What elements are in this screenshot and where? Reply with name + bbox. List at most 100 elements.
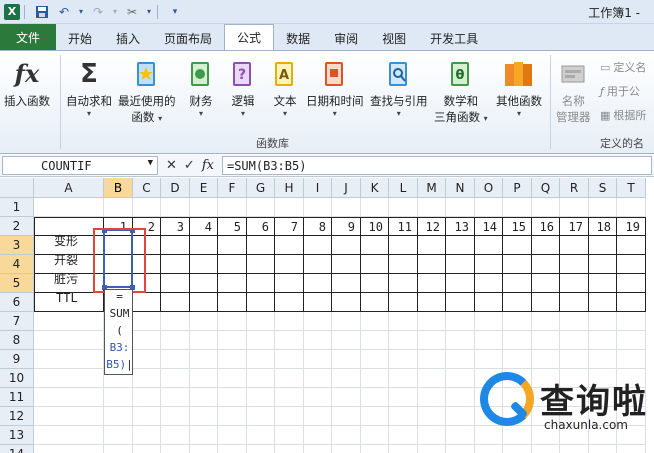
insert-function-button[interactable]: fx 插入函数 [4,57,50,109]
cell-b6-editor[interactable]: = SUM ( B3: B5)| [104,289,133,375]
cell-s2[interactable]: 18 [589,217,615,236]
datetime-button[interactable]: 日期和时间 ▾ [306,57,364,119]
cell-m2[interactable]: 12 [418,217,444,236]
cell-f2[interactable]: 5 [218,217,245,236]
more-functions-button[interactable]: 其他函数 ▾ [496,57,542,119]
tab-file[interactable]: 文件 [0,24,56,50]
use-in-formula-button[interactable]: ƒ 用于公 [600,83,640,99]
column-header-a[interactable]: A [34,178,104,198]
undo-icon[interactable]: ↶ [55,3,73,21]
tab-insert[interactable]: 插入 [104,26,152,50]
row-header-7[interactable]: 7 [0,312,34,331]
cell-e2[interactable]: 4 [190,217,216,236]
tab-formulas[interactable]: 公式 [224,24,275,50]
name-box[interactable]: COUNTIF ▼ [2,156,158,175]
column-header-i[interactable]: I [304,178,332,198]
column-header-c[interactable]: C [133,178,161,198]
column-header-n[interactable]: N [446,178,475,198]
row-header-9[interactable]: 9 [0,350,34,369]
autosum-button[interactable]: Σ 自动求和 ▾ [66,57,112,119]
editor-line-ref: B5)| [106,358,133,371]
grid-small-icon: ▦ [600,108,611,122]
cell-a5[interactable]: 脏污 [54,269,78,288]
cell-h2[interactable]: 7 [275,217,302,236]
excel-logo-icon[interactable]: X [4,3,20,20]
row-header-11[interactable]: 11 [0,388,34,407]
fx-icon: fx [14,59,40,88]
column-header-o[interactable]: O [475,178,503,198]
cell-p2[interactable]: 15 [503,217,530,236]
financial-button[interactable]: 财务 ▾ [186,57,216,119]
name-manager-label-1: 名称 [561,94,585,108]
tab-home[interactable]: 开始 [56,26,104,50]
column-header-f[interactable]: F [218,178,247,198]
cell-a6[interactable]: TTL [56,288,78,307]
row-header-4[interactable]: 4 [0,255,34,274]
column-header-g[interactable]: G [247,178,275,198]
select-all-corner[interactable] [0,178,34,198]
redo-dropdown-icon[interactable]: ▾ [111,3,119,21]
column-header-s[interactable]: S [589,178,617,198]
column-header-r[interactable]: R [560,178,589,198]
column-header-p[interactable]: P [503,178,532,198]
enter-icon[interactable]: ✓ [184,158,195,173]
column-header-j[interactable]: J [332,178,361,198]
column-header-d[interactable]: D [161,178,190,198]
cell-a4[interactable]: 开裂 [54,250,78,269]
column-header-t[interactable]: T [617,178,646,198]
cell-t2[interactable]: 19 [617,217,644,236]
tab-data[interactable]: 数据 [274,26,322,50]
tab-view[interactable]: 视图 [370,26,418,50]
tools-dropdown-icon[interactable]: ▾ [145,3,153,21]
cell-a3[interactable]: 变形 [54,231,78,250]
row-header-13[interactable]: 13 [0,426,34,445]
quick-access-toolbar: X ↶ ▾ ↷ ▾ ✂ ▾ ▾ 工作簿1 - [0,0,654,24]
column-header-e[interactable]: E [190,178,218,198]
cell-q2[interactable]: 16 [532,217,558,236]
customize-qat-icon[interactable]: ▾ [166,3,184,21]
cell-o2[interactable]: 14 [475,217,501,236]
column-header-m[interactable]: M [418,178,446,198]
chevron-down-icon[interactable]: ▼ [148,158,153,168]
formula-input[interactable]: =SUM(B3:B5) [221,156,652,175]
undo-dropdown-icon[interactable]: ▾ [77,3,85,21]
cell-g2[interactable]: 6 [247,217,273,236]
tab-page-layout[interactable]: 页面布局 [152,26,224,50]
cancel-icon[interactable]: ✕ [166,158,177,173]
cell-k2[interactable]: 10 [361,217,387,236]
row-header-3[interactable]: 3 [0,236,34,255]
cell-i2[interactable]: 8 [304,217,330,236]
row-header-1[interactable]: 1 [0,198,34,217]
row-header-6[interactable]: 6 [0,293,34,312]
cell-l2[interactable]: 11 [389,217,416,236]
column-header-l[interactable]: L [389,178,418,198]
cell-j2[interactable]: 9 [332,217,359,236]
column-header-q[interactable]: Q [532,178,560,198]
column-header-b[interactable]: B [104,178,133,198]
row-header-5[interactable]: 5 [0,274,34,293]
redo-icon[interactable]: ↷ [89,3,107,21]
column-header-k[interactable]: K [361,178,389,198]
save-icon[interactable] [33,3,51,21]
row-header-10[interactable]: 10 [0,369,34,388]
row-header-8[interactable]: 8 [0,331,34,350]
recently-used-button[interactable]: 最近使用的 函数 ▾ [118,57,176,125]
name-manager-button[interactable]: 名称 管理器 [556,57,591,125]
tab-developer[interactable]: 开发工具 [418,26,490,50]
create-from-selection-button[interactable]: ▦ 根据所 [600,107,646,123]
logical-button[interactable]: ? 逻辑 ▾ [228,57,258,119]
column-header-h[interactable]: H [275,178,304,198]
define-name-button[interactable]: ▭ 定义名 [600,59,646,75]
cell-n2[interactable]: 13 [446,217,473,236]
cell-r2[interactable]: 17 [560,217,587,236]
row-header-14[interactable]: 14 [0,445,34,453]
row-header-12[interactable]: 12 [0,407,34,426]
math-trig-button[interactable]: θ 数学和 三角函数 ▾ [434,57,488,125]
tools-icon[interactable]: ✂ [123,3,141,21]
cell-d2[interactable]: 3 [161,217,188,236]
lookup-button[interactable]: 查找与引用 ▾ [370,57,428,119]
text-button[interactable]: A 文本 ▾ [270,57,300,119]
tab-review[interactable]: 审阅 [322,26,370,50]
insert-function-icon[interactable]: fx [202,158,214,173]
row-header-2[interactable]: 2 [0,217,34,236]
